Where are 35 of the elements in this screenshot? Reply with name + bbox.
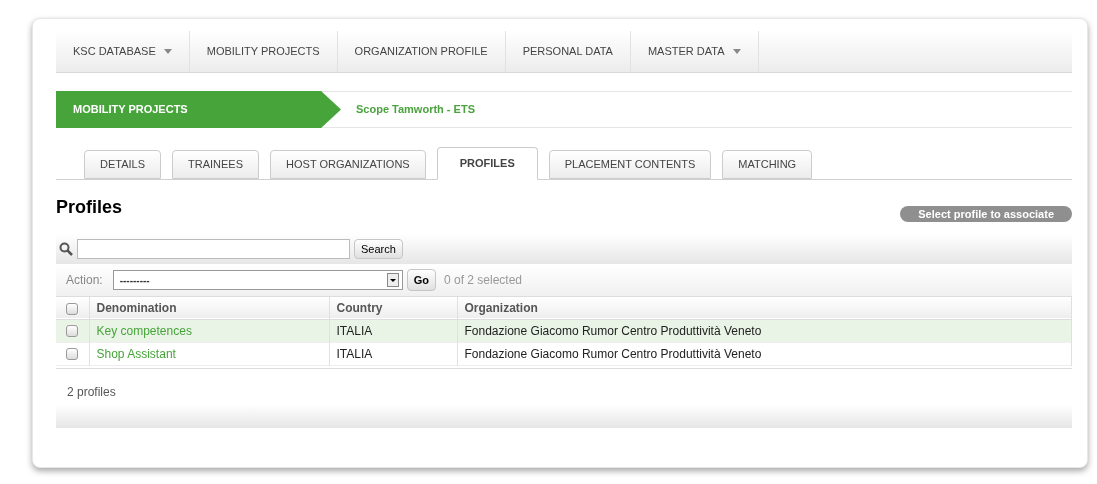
tab[interactable]: HOST ORGANIZATIONS bbox=[270, 150, 426, 179]
column-header[interactable]: Denomination bbox=[89, 297, 329, 319]
action-select[interactable]: --------- bbox=[112, 270, 403, 290]
column-header[interactable]: Country bbox=[329, 297, 457, 319]
nav-item[interactable]: PERSONAL DATA bbox=[505, 31, 631, 72]
nav-item[interactable]: ORGANIZATION PROFILE bbox=[337, 31, 506, 72]
go-button[interactable]: Go bbox=[406, 269, 436, 291]
table-cell: Fondazione Giacomo Rumor Centro Produttività Veneto bbox=[457, 319, 1072, 342]
selection-counter: 0 of 2 selected bbox=[443, 272, 523, 289]
tab[interactable]: TRAINEES bbox=[172, 150, 260, 179]
tab[interactable]: PROFILES bbox=[436, 147, 538, 180]
search-button[interactable]: Search bbox=[354, 239, 403, 259]
nav-item[interactable]: MASTER DATA bbox=[630, 31, 759, 72]
checkbox[interactable] bbox=[66, 348, 79, 361]
caret-icon bbox=[732, 49, 741, 54]
tab[interactable]: PLACEMENT CONTENTS bbox=[548, 150, 712, 179]
nav-item[interactable]: MOBILITY PROJECTS bbox=[189, 31, 338, 72]
tab[interactable]: MATCHING bbox=[722, 150, 813, 179]
table-row[interactable]: Shop Assistant ITALIA Fondazione Giacomo Rumor Centro Produttività Veneto bbox=[56, 342, 1072, 365]
table-cell: Fondazione Giacomo Rumor Centro Produttività Veneto bbox=[457, 342, 1072, 365]
breadcrumb-current: Scope Tamworth - ETS bbox=[356, 102, 475, 118]
table-cell: ITALIA bbox=[329, 342, 457, 365]
tab[interactable]: DETAILS bbox=[84, 150, 162, 179]
column-header[interactable]: Organization bbox=[457, 297, 1072, 319]
checkbox[interactable] bbox=[66, 302, 79, 315]
action-label: Action: bbox=[66, 272, 103, 289]
table-row[interactable]: Key competences ITALIA Fondazione Giacomo Rumor Centro Produttività Veneto bbox=[56, 319, 1072, 342]
checkbox[interactable] bbox=[66, 325, 79, 338]
search-icon bbox=[59, 242, 73, 256]
page-heading: Profiles bbox=[56, 196, 123, 219]
caret-icon bbox=[163, 49, 172, 54]
nav-item[interactable]: KSC DATABASE bbox=[56, 31, 190, 72]
result-count: 2 profiles bbox=[67, 384, 116, 399]
table-cell: ITALIA bbox=[329, 319, 457, 342]
search-field[interactable] bbox=[77, 239, 350, 259]
